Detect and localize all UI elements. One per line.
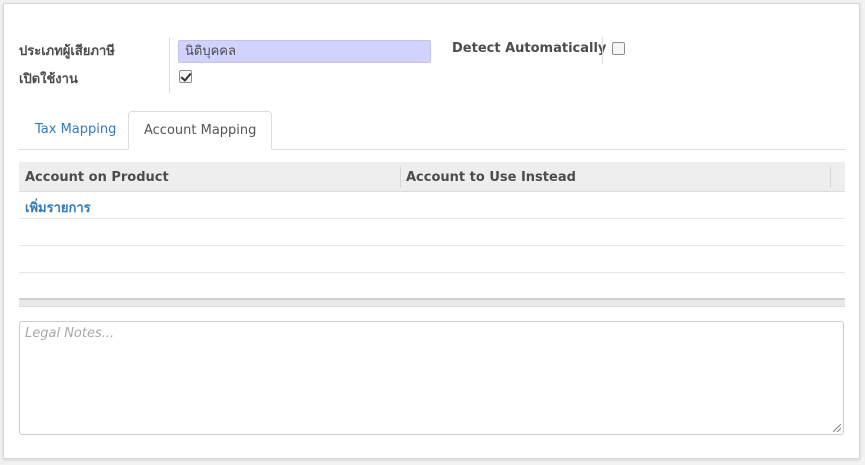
column-header-account-to-use-instead[interactable]: Account to Use Instead	[400, 162, 582, 192]
detect-separator	[602, 37, 603, 64]
taxpayer-type-field[interactable]: นิติบุคคล	[178, 40, 431, 63]
tab-account-mapping-label: Account Mapping	[144, 123, 257, 138]
detect-automatically-label: Detect Automatically	[452, 41, 607, 56]
taxpayer-type-value: นิติบุคคล	[185, 44, 236, 59]
add-item-link[interactable]: เพิ่มรายการ	[25, 197, 91, 218]
table-row	[19, 219, 845, 246]
tab-tax-mapping-label: Tax Mapping	[35, 122, 117, 137]
table-footer	[19, 298, 845, 307]
table-row	[19, 246, 845, 273]
taxpayer-type-label: ประเภทผู้เสียภาษี	[19, 44, 115, 59]
active-checkbox[interactable]	[179, 70, 192, 83]
table-row	[19, 273, 845, 300]
tab-account-mapping[interactable]: Account Mapping	[128, 111, 273, 150]
column-header-account-on-product[interactable]: Account on Product	[19, 162, 175, 192]
active-label: เปิดใช้งาน	[19, 72, 78, 87]
legal-notes-placeholder: Legal Notes...	[25, 326, 115, 341]
form-sheet: ประเภทผู้เสียภาษี เปิดใช้งาน นิติบุคคล D…	[3, 3, 860, 459]
resize-handle-icon[interactable]	[833, 424, 841, 432]
label-separator	[169, 37, 170, 93]
tab-tax-mapping[interactable]: Tax Mapping	[20, 111, 131, 150]
column-divider	[830, 166, 831, 188]
legal-notes-textarea[interactable]: Legal Notes...	[19, 321, 844, 435]
table-row-add: เพิ่มรายการ	[19, 192, 845, 219]
detect-automatically-checkbox[interactable]	[612, 42, 625, 55]
account-mapping-table-header: Account on Product Account to Use Instea…	[19, 162, 845, 192]
